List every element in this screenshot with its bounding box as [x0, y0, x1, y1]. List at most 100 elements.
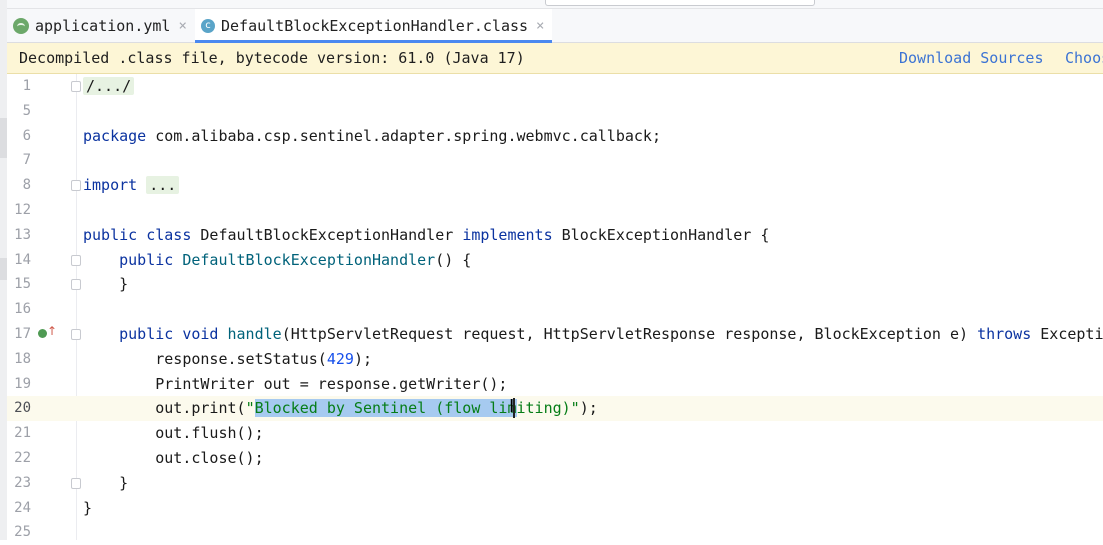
line-number: 20 — [14, 400, 31, 417]
code-line[interactable]: 14 public DefaultBlockExceptionHandler()… — [7, 248, 1103, 273]
choose-sources-link[interactable]: Choos — [1065, 49, 1103, 67]
code-line[interactable]: 7 — [7, 148, 1103, 173]
fold-toggle-icon[interactable] — [71, 254, 81, 266]
code-text: } — [83, 275, 128, 293]
override-arrow-icon[interactable]: ↑ — [47, 324, 57, 338]
line-number: 5 — [22, 102, 31, 119]
fold-toggle-icon[interactable] — [71, 180, 81, 192]
code-line[interactable]: 15 } — [7, 272, 1103, 297]
fold-toggle-icon[interactable] — [71, 329, 81, 340]
code-token: out.close(); — [83, 449, 264, 467]
selected-text: Blocked by Sentinel (flow lim — [254, 399, 517, 418]
code-token: DefaultBlockExceptionHandler — [182, 250, 436, 269]
line-number: 8 — [22, 177, 31, 194]
code-token: out.flush(); — [83, 424, 264, 443]
code-line[interactable]: 16 — [7, 297, 1103, 322]
line-number: 17 — [14, 326, 31, 342]
editor-tab-bar: application.yml × c DefaultBlockExceptio… — [7, 9, 1103, 43]
code-token: BlockExceptionHandler { — [561, 225, 770, 244]
line-number: 12 — [14, 202, 31, 218]
code-line[interactable]: 12 — [7, 198, 1103, 223]
fold-toggle-icon[interactable] — [71, 477, 81, 489]
mouse-ibeam-cursor-icon: I — [509, 396, 515, 418]
code-token: " — [245, 399, 255, 418]
strip-marker — [0, 258, 7, 280]
line-number: 15 — [14, 276, 31, 293]
code-text: } — [83, 474, 128, 492]
code-editor[interactable]: 1 /.../ 5 6 package com.alibaba.csp.sentinel… — [7, 74, 1103, 540]
close-icon[interactable]: × — [536, 18, 544, 34]
line-number: 22 — [14, 450, 31, 466]
line-number: 6 — [22, 127, 31, 144]
line-number: 23 — [14, 474, 31, 491]
code-token: } — [83, 275, 129, 294]
code-text: public class DefaultBlockExceptionHandle… — [83, 226, 769, 244]
code-line[interactable]: 13 public class DefaultBlockExceptionHand… — [7, 223, 1103, 248]
decompiled-message: Decompiled .class file, bytecode version… — [19, 49, 525, 67]
code-text: public void handle(HttpServletRequest re… — [83, 325, 1103, 343]
strip-marker — [0, 118, 7, 158]
code-token: public class — [83, 225, 201, 244]
code-line[interactable]: 24} — [7, 496, 1103, 521]
close-icon[interactable]: × — [178, 18, 186, 34]
code-line[interactable]: 6 package com.alibaba.csp.sentinel.adapte… — [7, 124, 1103, 149]
code-token: package — [83, 126, 156, 145]
code-text: response.setStatus(429); — [83, 350, 372, 368]
tab-label: application.yml — [35, 16, 171, 35]
code-token: } — [83, 473, 129, 492]
code-token: com.alibaba.csp.sentinel.adapter.spring.… — [155, 126, 661, 145]
line-number: 13 — [14, 226, 31, 243]
code-line[interactable]: 17 ↑ public void handle(HttpServletReques… — [7, 322, 1103, 347]
code-line[interactable]: 19 PrintWriter out = response.getWriter(… — [7, 372, 1103, 397]
line-number: 25 — [14, 524, 31, 541]
code-text: package com.alibaba.csp.sentinel.adapter… — [83, 127, 661, 145]
line-number: 7 — [22, 152, 31, 169]
line-number: 18 — [14, 350, 31, 367]
code-token: ); — [579, 399, 598, 418]
fold-toggle-icon[interactable] — [71, 81, 81, 92]
code-text: public DefaultBlockExceptionHandler() { — [83, 251, 471, 269]
code-line[interactable]: 22 out.close(); — [7, 446, 1103, 471]
code-token: implements — [462, 225, 562, 244]
code-token: 429 — [326, 349, 354, 368]
class-c-icon: c — [201, 18, 215, 33]
code-token: response.setStatus( — [83, 349, 327, 368]
line-number: 19 — [14, 375, 31, 392]
code-text: PrintWriter out = response.getWriter(); — [83, 375, 507, 393]
left-tool-strip — [0, 0, 7, 540]
code-token: DefaultBlockExceptionHandler — [200, 225, 463, 244]
code-line[interactable]: 18 response.setStatus(429); — [7, 347, 1103, 372]
implements-method-icon[interactable] — [38, 329, 47, 338]
code-line[interactable]: 8 import ... — [7, 173, 1103, 198]
tab-application-yml[interactable]: application.yml × — [13, 9, 199, 42]
code-token: } — [83, 498, 93, 517]
code-token: out.print( — [83, 399, 246, 418]
code-line[interactable]: 21 out.flush(); — [7, 421, 1103, 446]
toolbar-search-edge[interactable] — [545, 0, 815, 6]
line-number: 1 — [22, 78, 31, 94]
code-token: PrintWriter out = response.getWriter(); — [83, 374, 508, 393]
code-token: ); — [353, 349, 372, 368]
download-sources-link[interactable]: Download Sources — [899, 49, 1044, 67]
code-line[interactable]: 5 — [7, 99, 1103, 124]
code-token: () { — [435, 250, 472, 269]
code-text: } — [83, 499, 92, 517]
code-line[interactable]: 20 out.print("Blocked by Sentinel (flow … — [7, 396, 1103, 422]
line-number: 16 — [14, 301, 31, 318]
code-token: import — [83, 176, 147, 195]
fold-toggle-icon[interactable] — [71, 279, 81, 291]
code-line[interactable]: 25 — [7, 520, 1103, 545]
code-line[interactable]: 23 } — [7, 471, 1103, 496]
code-token: /.../ — [83, 77, 135, 95]
code-token: iting)" — [516, 399, 580, 418]
tab-label: DefaultBlockExceptionHandler.class — [221, 16, 529, 35]
code-line[interactable]: 1 /.../ — [7, 74, 1103, 99]
decompiled-notice-banner: Decompiled .class file, bytecode version… — [7, 43, 1103, 74]
top-toolbar-edge — [7, 0, 1103, 9]
line-number: 21 — [14, 425, 31, 442]
tab-default-block-exception-handler[interactable]: c DefaultBlockExceptionHandler.class × — [195, 9, 552, 43]
code-text: /.../ — [83, 77, 135, 95]
code-text: out.flush(); — [83, 424, 264, 443]
code-token: ... — [146, 176, 180, 195]
code-token: Exceptio — [1040, 325, 1103, 343]
